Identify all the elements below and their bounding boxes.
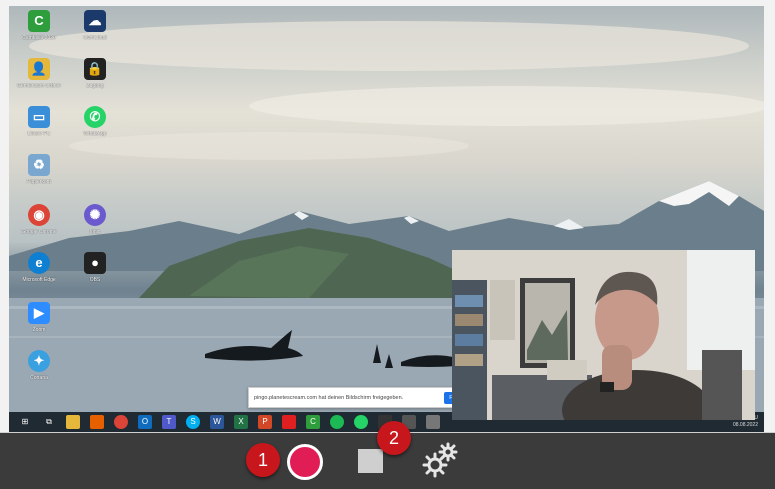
lock-icon: 🔒 (84, 58, 106, 80)
excel-icon[interactable]: X (234, 415, 248, 429)
desktop-icon-label: Ionic (89, 229, 101, 235)
edge-icon: e (28, 252, 50, 274)
chrome-taskbar-icon[interactable] (114, 415, 128, 429)
ionic-icon: ✺ (84, 204, 106, 226)
desktop-icon-zoom[interactable]: ▶ Zoom (15, 302, 63, 346)
recycle-bin-icon: ♻ (28, 154, 50, 176)
cortana-icon: ✦ (28, 350, 50, 372)
chrome-icon: ◉ (28, 204, 50, 226)
desktop-icon-label: Dieser PC (27, 131, 51, 137)
desktop-icon-ionic[interactable]: ✺ Ionic (71, 204, 119, 248)
obs-icon: ● (84, 252, 106, 274)
camtasia-taskbar-icon[interactable]: C (306, 415, 320, 429)
desktop-icon-zugang[interactable]: 🔒 Zugang (71, 58, 119, 102)
spotify-icon[interactable] (330, 415, 344, 429)
desktop-icon-obs[interactable]: ● OBS (71, 252, 119, 296)
desktop-icon-label: Zoom (32, 327, 46, 333)
desktop-icon-label: OBS (89, 277, 101, 283)
stop-button[interactable] (358, 449, 383, 473)
step-badge-record: 1 (246, 443, 280, 477)
webcam-video-frame (452, 250, 755, 420)
windows-start-icon[interactable]: ⊞ (18, 415, 32, 429)
word-icon[interactable]: W (210, 415, 224, 429)
desktop-icon-edge[interactable]: e Microsoft Edge (15, 252, 63, 296)
desktop-icon-chrome[interactable]: ◉ Google Chrome (15, 204, 63, 248)
desktop-icon-folder[interactable]: 👤 Gemeinsam Ordner (15, 58, 63, 102)
task-view-icon[interactable]: ⧉ (42, 415, 56, 429)
zoom-icon: ▶ (28, 302, 50, 324)
gears-icon (422, 442, 458, 478)
share-banner-text: pingo.planetescream.com hat deinen Bilds… (254, 394, 404, 401)
desktop-icon-this-pc[interactable]: ▭ Dieser PC (15, 106, 63, 150)
desktop-icon-label: WhatsApp (83, 131, 107, 137)
user-folder-icon: 👤 (28, 58, 50, 80)
acrobat-icon[interactable] (282, 415, 296, 429)
desktop-icon-owncloud[interactable]: ☁ OwnCloud (71, 10, 119, 54)
firefox-icon[interactable] (90, 415, 104, 429)
desktop-icon-whatsapp[interactable]: ✆ WhatsApp (71, 106, 119, 150)
screen-share-banner: pingo.planetescream.com hat deinen Bilds… (248, 387, 480, 408)
desktop-icon-label: Papierkorb (26, 179, 52, 185)
desktop-icon-label: Zugang (86, 83, 104, 89)
snipping-taskbar-icon[interactable] (426, 415, 440, 429)
desktop-icon-label: Cortana (30, 375, 48, 381)
desktop-icon-label: Gemeinsam Ordner (17, 83, 61, 89)
desktop-icon-cortana[interactable]: ✦ Cortana (15, 350, 63, 394)
powerpoint-icon[interactable]: P (258, 415, 272, 429)
desktop-icon-camtasia[interactable]: C Camtasia 2020 (15, 10, 63, 54)
outlook-icon[interactable]: O (138, 415, 152, 429)
desktop-icon-label: Camtasia 2020 (22, 35, 56, 41)
desktop-icon-label: Google Chrome (21, 229, 57, 235)
teams-icon[interactable]: T (162, 415, 176, 429)
explorer-icon[interactable] (66, 415, 80, 429)
desktop-icon-label: OwnCloud (83, 35, 107, 41)
cloud-icon: ☁ (84, 10, 106, 32)
step-badge-stop: 2 (377, 421, 411, 455)
settings-gear-icon[interactable] (420, 441, 460, 479)
skype-icon[interactable]: S (186, 415, 200, 429)
tray-date: 08.08.2022 (732, 422, 758, 428)
screen-share-preview: C Camtasia 2020 ☁ OwnCloud 👤 Gemeinsam O… (0, 0, 775, 433)
record-button[interactable] (287, 444, 323, 480)
computer-icon: ▭ (28, 106, 50, 128)
whatsapp-taskbar-icon[interactable] (354, 415, 368, 429)
webcam-preview (452, 250, 755, 420)
camtasia-icon: C (28, 10, 50, 32)
desktop-icon-label: Microsoft Edge (22, 277, 56, 283)
desktop-icon-recycle-bin[interactable]: ♻ Papierkorb (15, 154, 63, 198)
whatsapp-icon: ✆ (84, 106, 106, 128)
